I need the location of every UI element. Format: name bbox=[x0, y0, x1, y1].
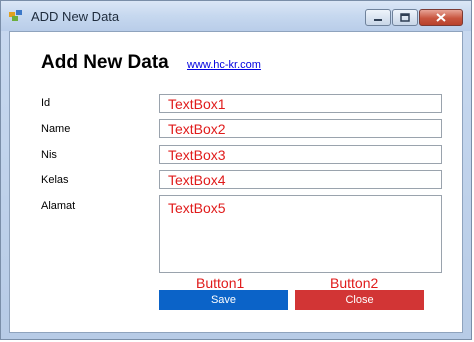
close-icon bbox=[436, 13, 446, 22]
kelas-label: Kelas bbox=[41, 174, 69, 186]
save-button[interactable]: Save bbox=[159, 290, 288, 310]
close-button[interactable]: Close bbox=[295, 290, 424, 310]
maximize-icon bbox=[400, 13, 410, 22]
alamat-label: Alamat bbox=[41, 200, 76, 212]
app-icon bbox=[9, 10, 22, 21]
app-window: ADD New Data Add New Data www.hc-kr.com … bbox=[0, 0, 472, 340]
id-textbox[interactable]: TextBox1 bbox=[159, 94, 442, 113]
window-close-button[interactable] bbox=[419, 9, 463, 26]
page-title: Add New Data bbox=[41, 52, 169, 73]
nis-textbox[interactable]: TextBox3 bbox=[159, 145, 442, 164]
close-button-caption: Button2 bbox=[330, 275, 379, 291]
maximize-button[interactable] bbox=[392, 9, 418, 26]
minimize-button[interactable] bbox=[365, 9, 391, 26]
id-label: Id bbox=[41, 97, 51, 109]
save-button-caption: Button1 bbox=[196, 275, 245, 291]
title-bar[interactable]: ADD New Data bbox=[1, 1, 471, 31]
name-label: Name bbox=[41, 123, 71, 135]
website-link[interactable]: www.hc-kr.com bbox=[187, 59, 261, 71]
alamat-textbox[interactable]: TextBox5 bbox=[159, 195, 442, 273]
form-area: Add New Data www.hc-kr.com Id TextBox1 N… bbox=[9, 31, 463, 333]
minimize-icon bbox=[374, 18, 382, 21]
kelas-textbox[interactable]: TextBox4 bbox=[159, 170, 442, 189]
name-textbox[interactable]: TextBox2 bbox=[159, 119, 442, 138]
nis-label: Nis bbox=[41, 149, 57, 161]
window-title: ADD New Data bbox=[31, 9, 120, 24]
